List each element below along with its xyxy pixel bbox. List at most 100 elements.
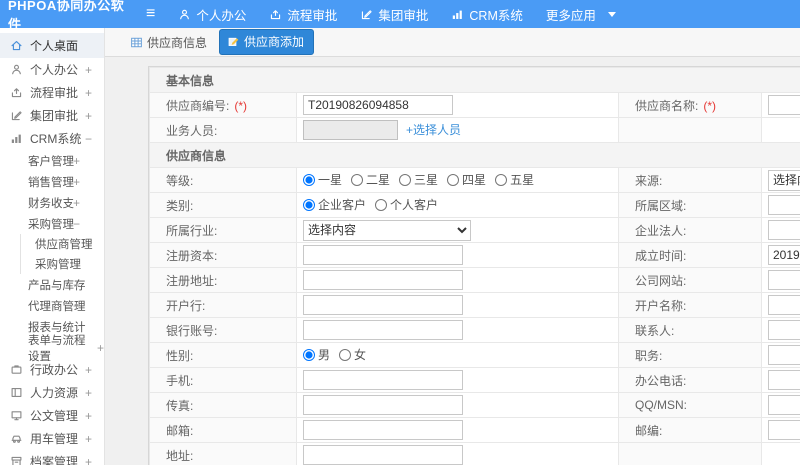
sidebar-item-agent-mgmt[interactable]: 代理商管理 + bbox=[0, 295, 104, 316]
level-radios[interactable] bbox=[399, 173, 412, 186]
zip-code-input[interactable] bbox=[768, 420, 800, 440]
top-nav-workflow-approval[interactable]: 流程审批 bbox=[269, 5, 337, 24]
level-radios[interactable] bbox=[495, 173, 508, 186]
legal-person-input[interactable] bbox=[768, 220, 800, 240]
account-name-input[interactable] bbox=[768, 295, 800, 315]
label-text: 开户行: bbox=[166, 298, 206, 313]
expand-toggle[interactable]: + bbox=[73, 278, 80, 292]
top-nav-crm-system[interactable]: CRM系统 bbox=[451, 5, 523, 24]
expand-toggle[interactable]: − bbox=[85, 132, 92, 146]
top-navigation-bar: PHPOA协同办公软件 ≡ 个人办公 流程审批 集团审批 CRM系统 更多应用 bbox=[0, 0, 800, 32]
sidebar-item-customer-mgmt[interactable]: 客户管理 + bbox=[0, 150, 104, 171]
field-cell: 男女 bbox=[296, 342, 619, 368]
sidebar-item-sales-mgmt[interactable]: 销售管理 + bbox=[0, 171, 104, 192]
category-radios[interactable] bbox=[303, 198, 315, 211]
address-input[interactable] bbox=[303, 445, 463, 465]
sidebar-item-crm-system[interactable]: CRM系统 − bbox=[0, 127, 104, 150]
expand-toggle[interactable]: + bbox=[85, 63, 92, 77]
region-input[interactable] bbox=[768, 195, 800, 215]
radio-label: 个人客户 bbox=[390, 198, 439, 213]
sidebar-item-workflow-approval[interactable]: 流程审批 + bbox=[0, 81, 104, 104]
industry-select[interactable]: 选择内容 bbox=[303, 219, 471, 241]
expand-toggle[interactable]: + bbox=[73, 154, 80, 168]
registered-address-input[interactable] bbox=[303, 270, 463, 290]
expand-toggle[interactable]: + bbox=[73, 299, 80, 313]
label-text: 邮箱: bbox=[166, 423, 194, 438]
expand-toggle[interactable]: + bbox=[85, 409, 92, 423]
top-nav-personal-office[interactable]: 个人办公 bbox=[178, 5, 246, 24]
level-radios[interactable] bbox=[303, 173, 315, 186]
sidebar-item-product-inventory[interactable]: 产品与库存 + bbox=[0, 274, 104, 295]
fax-input[interactable] bbox=[303, 395, 463, 415]
mobile-input[interactable] bbox=[303, 370, 463, 390]
field-label: 公司网站: bbox=[618, 267, 762, 293]
form-row: 类别: 企业客户 个人客户 所属区域: bbox=[149, 192, 800, 218]
level-radios-option[interactable]: 四星 bbox=[447, 171, 486, 188]
supplier-name-input[interactable] bbox=[768, 95, 800, 115]
field-cell bbox=[760, 217, 800, 243]
founded-date-input[interactable] bbox=[768, 245, 800, 265]
bank-branch-input[interactable] bbox=[303, 295, 463, 315]
sidebar-item-human-resources[interactable]: 人力资源 + bbox=[0, 381, 104, 404]
expand-toggle[interactable]: + bbox=[85, 109, 92, 123]
position-input[interactable] bbox=[768, 345, 800, 365]
supplier-code-input[interactable] bbox=[303, 95, 453, 115]
category-radios[interactable] bbox=[375, 198, 388, 211]
level-radios-option[interactable]: 二星 bbox=[351, 171, 390, 188]
sidebar-item-purchase-mgmt[interactable]: 采购管理 − bbox=[0, 213, 104, 234]
select-person-link[interactable]: +选择人员 bbox=[406, 123, 461, 137]
gender-radios-option[interactable]: 男 bbox=[303, 346, 330, 363]
email-input[interactable] bbox=[303, 420, 463, 440]
category-radios-option[interactable]: 企业客户 bbox=[303, 196, 366, 213]
supplier-add-tab[interactable]: 供应商添加 bbox=[219, 29, 315, 55]
supplier-info-tab[interactable]: 供应商信息 bbox=[130, 34, 207, 51]
category-radios-option[interactable]: 个人客户 bbox=[375, 196, 438, 213]
field-label: 等级: bbox=[149, 167, 297, 193]
expand-toggle[interactable]: − bbox=[73, 217, 80, 231]
website-input[interactable] bbox=[768, 270, 800, 290]
sidebar-item-finance-mgmt[interactable]: 财务收支 + bbox=[0, 192, 104, 213]
expand-toggle[interactable]: + bbox=[85, 455, 92, 465]
level-radios-option[interactable]: 一星 bbox=[303, 171, 342, 188]
field-cell: 一星 二星 三星 四星 五星 bbox=[296, 167, 619, 193]
required-marker: (*) bbox=[703, 98, 717, 113]
gender-radios[interactable] bbox=[339, 348, 352, 361]
expand-toggle[interactable]: + bbox=[73, 175, 80, 189]
office-phone-input[interactable] bbox=[768, 370, 800, 390]
sidebar-item-personal-office[interactable]: 个人办公 + bbox=[0, 58, 104, 81]
registered-capital-input[interactable] bbox=[303, 245, 463, 265]
expand-toggle[interactable]: + bbox=[97, 341, 104, 355]
level-radios[interactable] bbox=[351, 173, 364, 186]
sidebar-item-personal-desktop[interactable]: 个人桌面 bbox=[0, 33, 104, 58]
expand-toggle[interactable]: + bbox=[85, 386, 92, 400]
gender-radios[interactable] bbox=[303, 348, 315, 361]
sidebar-item-document-mgmt[interactable]: 公文管理 + bbox=[0, 404, 104, 427]
main-content: 供应商信息 供应商添加 基本信息供应商编号: (*) 供应商名称: (*) 业务人员: +选… bbox=[105, 28, 800, 465]
gender-radios-option[interactable]: 女 bbox=[339, 346, 366, 363]
contact-person-input[interactable] bbox=[768, 320, 800, 340]
menu-toggle-icon[interactable]: ≡ bbox=[146, 6, 155, 22]
expand-toggle[interactable]: + bbox=[73, 196, 80, 210]
expand-toggle[interactable]: + bbox=[85, 432, 92, 446]
chart-icon bbox=[10, 132, 23, 145]
sidebar-item-form-flow-settings[interactable]: 表单与流程设置 + bbox=[0, 335, 104, 363]
level-radios-option[interactable]: 三星 bbox=[399, 171, 438, 188]
expand-toggle[interactable]: + bbox=[85, 86, 92, 100]
qq-msn-input[interactable] bbox=[768, 395, 800, 415]
top-nav-more-apps[interactable]: 更多应用 bbox=[546, 5, 616, 24]
level-radios-option[interactable]: 五星 bbox=[495, 171, 534, 188]
label-text: 所属区域: bbox=[635, 198, 687, 213]
sidebar-item-archive-mgmt[interactable]: 档案管理 + bbox=[0, 450, 104, 465]
bank-account-input[interactable] bbox=[303, 320, 463, 340]
expand-toggle[interactable]: + bbox=[85, 363, 92, 377]
level-radios[interactable] bbox=[447, 173, 460, 186]
sidebar-item-purchasing[interactable]: 采购管理 bbox=[20, 254, 104, 274]
sidebar-item-vehicle-mgmt[interactable]: 用车管理 + bbox=[0, 427, 104, 450]
source-select[interactable]: 选择内容 bbox=[768, 169, 800, 191]
top-nav-group-approval[interactable]: 集团审批 bbox=[360, 5, 428, 24]
sidebar-item-admin-office[interactable]: 行政办公 + bbox=[0, 358, 104, 381]
business-staff-input[interactable] bbox=[303, 120, 398, 140]
sidebar-item-group-approval[interactable]: 集团审批 + bbox=[0, 104, 104, 127]
sidebar-item-supplier-mgmt[interactable]: 供应商管理 bbox=[20, 234, 104, 254]
field-cell bbox=[296, 92, 619, 118]
